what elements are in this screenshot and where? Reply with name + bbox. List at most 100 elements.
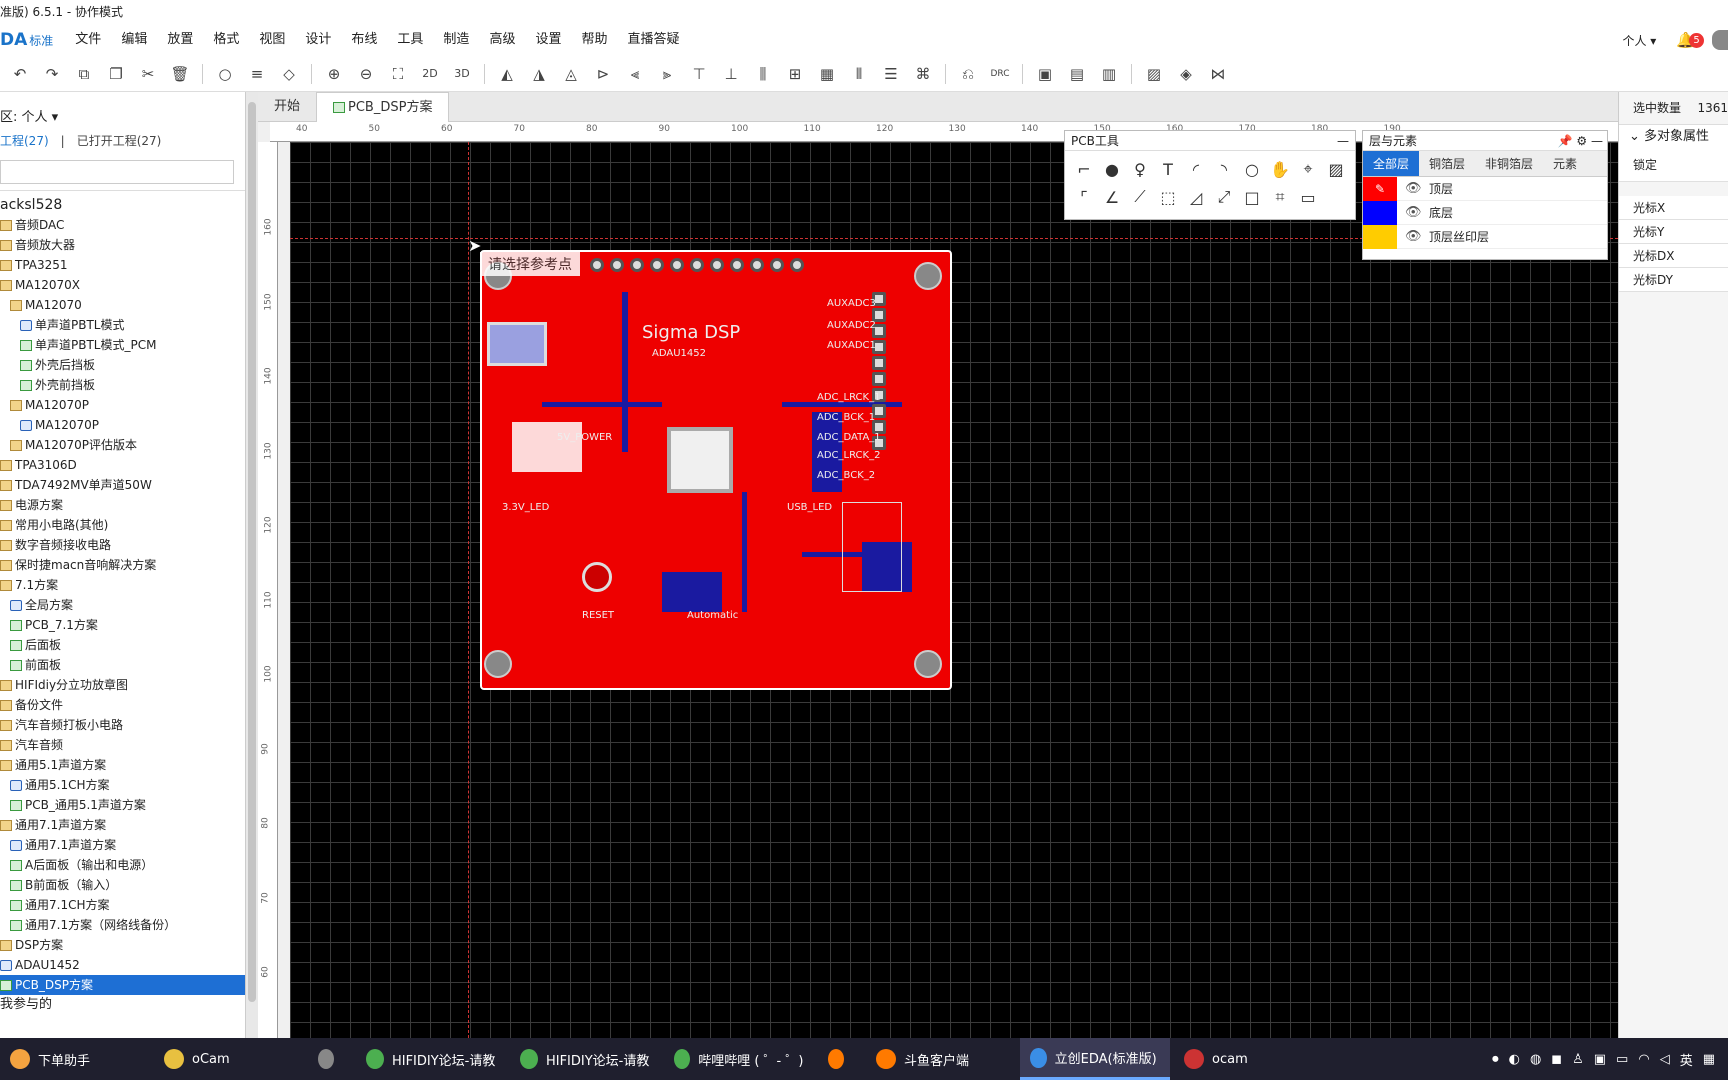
tree-item[interactable]: 通用7.1声道方案: [0, 835, 245, 855]
layer-color-swatch[interactable]: [1363, 224, 1397, 249]
tree-item[interactable]: 通用5.1CH方案: [0, 775, 245, 795]
layer-row[interactable]: 👁 底层: [1363, 200, 1607, 225]
zoom-in-icon[interactable]: ⊕: [320, 60, 348, 88]
find-replace-icon[interactable]: ≡: [243, 60, 271, 88]
view-2d-button[interactable]: 2D: [416, 60, 444, 88]
menu-item[interactable]: 放置: [157, 24, 203, 56]
layer-color-swatch[interactable]: [1363, 200, 1397, 225]
pcb-canvas[interactable]: Sigma DSP ADAU1452 AUXADC3 AUXADC2 AUXAD…: [290, 142, 1618, 1038]
volume-icon[interactable]: ◁: [1660, 1052, 1670, 1067]
taskbar-item[interactable]: ocam: [1174, 1038, 1324, 1080]
tree-item[interactable]: DSP方案: [0, 935, 245, 955]
zoom-out-icon[interactable]: ⊖: [352, 60, 380, 88]
header-pad[interactable]: [670, 258, 684, 272]
search-icon[interactable]: ○: [211, 60, 239, 88]
tree-item[interactable]: 通用7.1方案（网络线备份）: [0, 915, 245, 935]
align-right-icon[interactable]: ⫸: [653, 60, 681, 88]
arc-tool-icon[interactable]: ◜: [1183, 155, 1209, 183]
tray-icon[interactable]: ♙: [1572, 1052, 1584, 1067]
view-3d-button[interactable]: 3D: [448, 60, 476, 88]
reset-button-footprint[interactable]: [582, 562, 612, 592]
eye-icon[interactable]: 👁: [1405, 229, 1422, 244]
grid-tray-icon[interactable]: ▦: [1703, 1052, 1715, 1067]
tree-item[interactable]: 外壳前挡板: [0, 375, 245, 395]
circle-tool-icon[interactable]: ○: [1239, 155, 1265, 183]
taskbar-item[interactable]: HIFIDIY论坛-请教...: [510, 1038, 660, 1080]
tree-item[interactable]: 保时捷macn音响解决方案: [0, 555, 245, 575]
taskbar-item[interactable]: 下单助手: [0, 1038, 150, 1080]
header-pad[interactable]: [730, 258, 744, 272]
tree-item[interactable]: 全局方案: [0, 595, 245, 615]
menu-item[interactable]: 视图: [249, 24, 295, 56]
connect-tool-icon[interactable]: ⟋: [1127, 183, 1153, 211]
tree-item[interactable]: HIFIdiy分立功放章图: [0, 675, 245, 695]
copper-area-tool-icon[interactable]: ⌖: [1295, 155, 1321, 183]
menu-item[interactable]: 工具: [387, 24, 433, 56]
track-tool-icon[interactable]: ⌐: [1071, 155, 1097, 183]
display-icon[interactable]: ▭: [1616, 1052, 1628, 1067]
header-pad[interactable]: [710, 258, 724, 272]
header-pad[interactable]: [872, 356, 886, 370]
component-pad[interactable]: [487, 322, 547, 366]
eye-icon[interactable]: 👁: [1405, 205, 1422, 220]
canvas-origin-tool-icon[interactable]: ⌗: [1267, 183, 1293, 211]
rectangle-tool-icon[interactable]: □: [1239, 183, 1265, 211]
import-change-icon[interactable]: ⎌: [954, 60, 982, 88]
align-bottom-icon[interactable]: ⊥: [717, 60, 745, 88]
image-tool-icon[interactable]: ▨: [1323, 155, 1349, 183]
undo-icon[interactable]: ↶: [6, 60, 34, 88]
project-panel-scrollbar[interactable]: [246, 92, 258, 1038]
project-search-input[interactable]: [0, 160, 234, 184]
align-grid-icon[interactable]: ▦: [813, 60, 841, 88]
tree-item[interactable]: B前面板（输入）: [0, 875, 245, 895]
menu-item[interactable]: 布线: [341, 24, 387, 56]
erase-icon[interactable]: ◇: [275, 60, 303, 88]
layer-tab[interactable]: 铜箔层: [1419, 151, 1475, 176]
menu-item[interactable]: 文件: [65, 24, 111, 56]
header-pad[interactable]: [690, 258, 704, 272]
tree-item[interactable]: TDA7492MV单声道50W: [0, 475, 245, 495]
bear-icon[interactable]: ◍: [1530, 1052, 1541, 1067]
measure-tool-icon[interactable]: ⤢: [1211, 183, 1237, 211]
tree-item[interactable]: 外壳后挡板: [0, 355, 245, 375]
app-tray-icon[interactable]: ◼: [1551, 1052, 1562, 1067]
group-icon[interactable]: ⌘: [909, 60, 937, 88]
header-pad[interactable]: [790, 258, 804, 272]
share-icon[interactable]: ⋈: [1204, 60, 1232, 88]
gear-icon[interactable]: ⚙: [1576, 134, 1587, 148]
taskbar-item[interactable]: 立创EDA(标准版) 6...: [1020, 1038, 1170, 1080]
layer-tab[interactable]: 全部层: [1363, 151, 1420, 176]
taskbar-item[interactable]: oCam: [154, 1038, 304, 1080]
tree-item[interactable]: 音频放大器: [0, 235, 245, 255]
header-pad[interactable]: [650, 258, 664, 272]
header-pad[interactable]: [590, 258, 604, 272]
gerber-icon[interactable]: ▤: [1063, 60, 1091, 88]
tree-item[interactable]: 单声道PBTL模式: [0, 315, 245, 335]
layer-tab[interactable]: 元素: [1543, 151, 1587, 176]
pad-tool-icon[interactable]: ●: [1099, 155, 1125, 183]
align-center-h-icon[interactable]: ⊞: [781, 60, 809, 88]
align-center-v-icon[interactable]: ⫼: [749, 60, 777, 88]
tab-pcb-dsp[interactable]: PCB_DSP方案: [316, 92, 450, 122]
via-tool-icon[interactable]: ♀: [1127, 155, 1153, 183]
tree-item[interactable]: acksl528: [0, 195, 245, 215]
rotate-right-icon[interactable]: ◮: [525, 60, 553, 88]
settings-tray-icon[interactable]: ▣: [1594, 1052, 1606, 1067]
tree-item[interactable]: MA12070: [0, 295, 245, 315]
minimize-icon[interactable]: —: [1591, 134, 1603, 148]
minimize-icon[interactable]: —: [1337, 131, 1349, 151]
flip-horizontal-icon[interactable]: ◬: [557, 60, 585, 88]
hole-tool-icon[interactable]: ▭: [1295, 183, 1321, 211]
cut-icon[interactable]: ✂: [134, 60, 162, 88]
tree-item[interactable]: 常用小电路(其他): [0, 515, 245, 535]
header-pad[interactable]: [872, 372, 886, 386]
pan-tool-icon[interactable]: ✋: [1267, 155, 1293, 183]
wifi-icon[interactable]: ◠: [1638, 1052, 1649, 1067]
mounting-hole[interactable]: [914, 262, 942, 290]
header-pad[interactable]: [750, 258, 764, 272]
tree-item[interactable]: A后面板（输出和电源）: [0, 855, 245, 875]
tab-opened-projects[interactable]: 已打开工程(27): [77, 134, 162, 148]
dimension-tool-icon[interactable]: ⌜: [1071, 183, 1097, 211]
header-pad[interactable]: [630, 258, 644, 272]
bom-icon[interactable]: ▣: [1031, 60, 1059, 88]
